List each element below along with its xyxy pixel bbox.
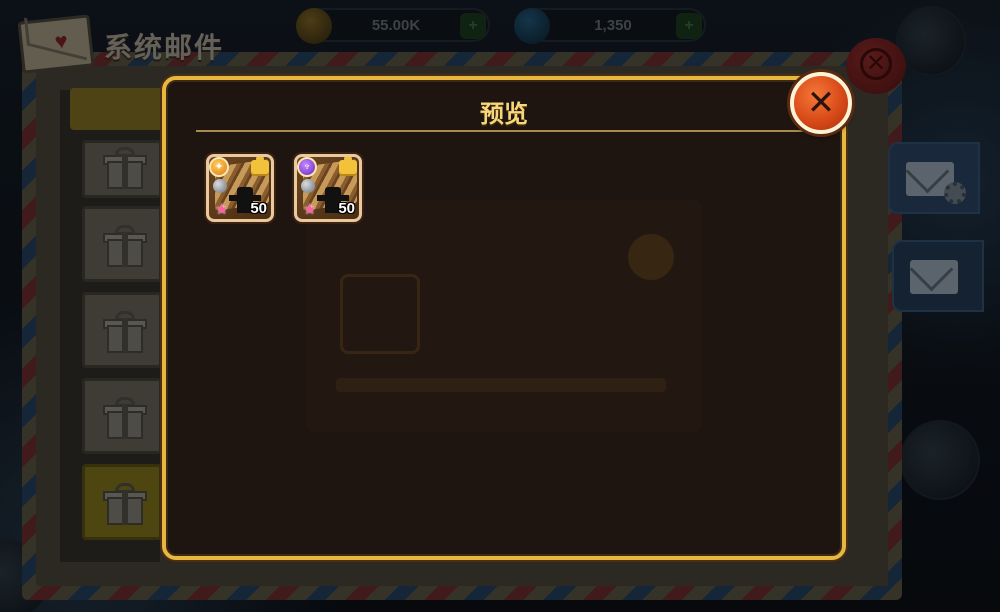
item-count: 50: [338, 200, 355, 217]
background-mail-card: [306, 200, 702, 432]
puzzle-piece-icon: [339, 157, 357, 176]
arcane-element-icon: ♆: [297, 157, 317, 177]
item-count: 50: [250, 200, 267, 217]
puzzle-piece-icon: [251, 157, 269, 176]
fire-element-icon: ✦: [209, 157, 229, 177]
title-divider: [196, 130, 812, 132]
dialog-close-button[interactable]: ✕: [790, 72, 852, 134]
star-icon: ★: [303, 201, 317, 218]
reward-item-fire-fragment[interactable]: ✦ ★ 50: [206, 154, 274, 222]
close-icon: ✕: [806, 83, 836, 123]
preview-dialog: 预览 ✦ ★ 50 ♆ ★ 50: [162, 76, 846, 560]
star-icon: ★: [215, 201, 229, 218]
reward-item-arcane-fragment[interactable]: ♆ ★ 50: [294, 154, 362, 222]
dialog-title: 预览: [480, 100, 528, 128]
